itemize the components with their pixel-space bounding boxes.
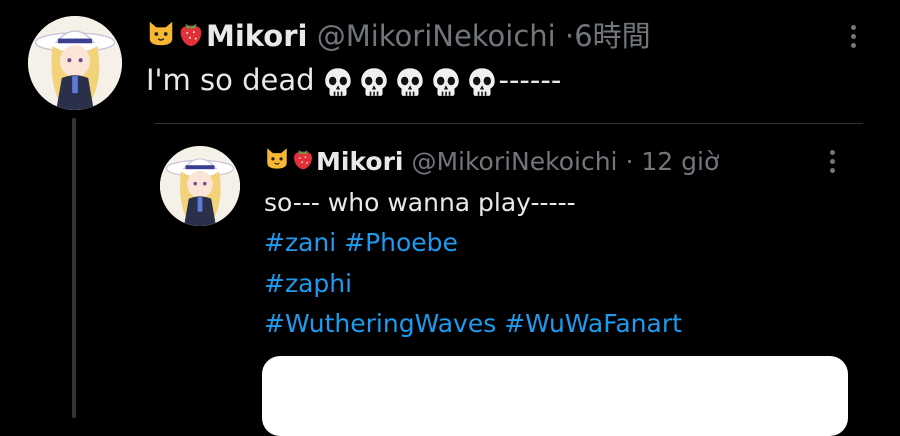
reply-avatar-image bbox=[160, 146, 240, 226]
skull-emoji-icon bbox=[468, 68, 495, 96]
reply-more-options-icon[interactable] bbox=[828, 150, 836, 173]
hashtag-link[interactable]: #WutheringWaves bbox=[264, 309, 496, 338]
reply-text: so--- who wanna play----- bbox=[264, 188, 576, 217]
skull-emoji-icon bbox=[360, 68, 387, 96]
skull-emoji-icon bbox=[396, 68, 423, 96]
reply-timestamp[interactable]: 12 giờ bbox=[641, 147, 719, 176]
strawberry-emoji-icon bbox=[176, 18, 206, 58]
cat-face-emoji-icon bbox=[146, 18, 176, 58]
tweet-timestamp[interactable]: 6時間 bbox=[574, 19, 650, 53]
skull-emoji-icon bbox=[432, 68, 459, 96]
skull-emoji-icon bbox=[324, 68, 351, 96]
hashtag-link[interactable]: #WuWaFanart bbox=[504, 309, 682, 338]
tweet-header: Mikori @MikoriNekoichi ·6時間 bbox=[146, 16, 651, 58]
avatar-image bbox=[28, 16, 122, 110]
hashtag-line-2: #zaphi bbox=[264, 266, 352, 302]
skull-emoji-group bbox=[321, 65, 499, 99]
hashtag-line-1: #zani #Phoebe bbox=[264, 225, 458, 261]
hashtag-link[interactable]: #Phoebe bbox=[344, 228, 458, 257]
strawberry-emoji-icon bbox=[290, 145, 316, 181]
reply-header: Mikori @MikoriNekoichi · 12 giờ bbox=[264, 144, 719, 181]
avatar[interactable] bbox=[28, 16, 122, 110]
cat-face-emoji-icon bbox=[264, 145, 290, 181]
divider bbox=[155, 123, 863, 124]
author-handle[interactable]: @MikoriNekoichi bbox=[317, 19, 556, 53]
reply-avatar[interactable] bbox=[160, 146, 240, 226]
tweet-text-suffix: ------ bbox=[498, 63, 562, 97]
hashtag-link[interactable]: #zani bbox=[264, 228, 336, 257]
reply-time-separator: · bbox=[625, 147, 634, 176]
tweet-text: I'm so dead ------ bbox=[146, 60, 561, 100]
thread-connector-line bbox=[72, 118, 76, 418]
tweet-text-body: I'm so dead bbox=[146, 63, 315, 97]
reply-author-handle[interactable]: @MikoriNekoichi bbox=[411, 147, 617, 176]
hashtag-line-3: #WutheringWaves #WuWaFanart bbox=[264, 306, 682, 342]
time-separator: · bbox=[564, 19, 575, 53]
more-options-icon[interactable] bbox=[849, 25, 857, 48]
reply-author-name[interactable]: Mikori bbox=[316, 147, 403, 176]
author-name[interactable]: Mikori bbox=[206, 19, 307, 53]
media-card[interactable] bbox=[262, 356, 848, 436]
hashtag-link[interactable]: #zaphi bbox=[264, 269, 352, 298]
